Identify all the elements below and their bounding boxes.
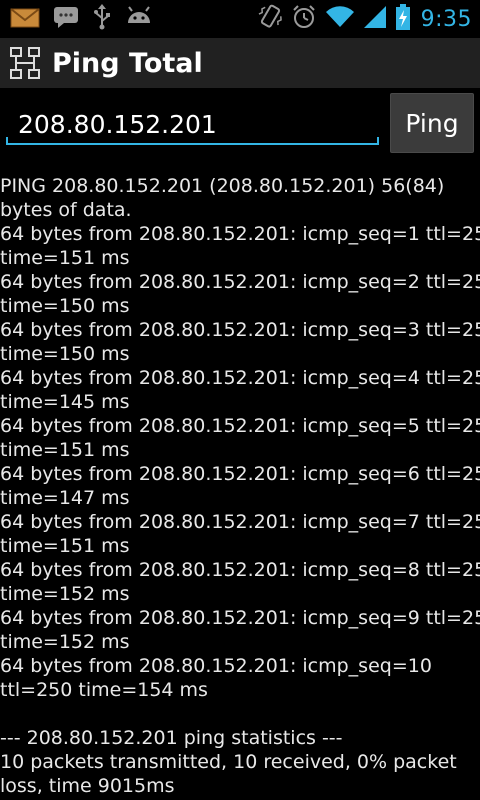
output-line: time=152 ms [0,631,130,653]
output-line: time=145 ms [0,391,130,413]
output-line: PING 208.80.152.201 (208.80.152.201) 56(… [0,175,445,197]
wifi-icon [325,5,355,33]
output-line: time=152 ms [0,583,130,605]
input-underline [6,143,379,145]
output-line: loss, time 9015ms [0,775,175,797]
input-underline-cap-right [377,137,379,144]
ping-button[interactable]: Ping [390,93,474,153]
action-bar: Ping Total [0,38,480,89]
status-bar: 9:35 [0,0,480,38]
output-line: 10 packets transmitted, 10 received, 0% … [0,751,457,773]
output-line: 64 bytes from 208.80.152.201: icmp_seq=5… [0,415,480,437]
output-line: bytes of data. [0,199,132,221]
gmail-icon [10,5,40,33]
notification-icons [10,4,153,34]
ping-output: PING 208.80.152.201 (208.80.152.201) 56(… [0,174,480,798]
output-line: 64 bytes from 208.80.152.201: icmp_seq=1… [0,655,432,677]
output-line: 64 bytes from 208.80.152.201: icmp_seq=3… [0,319,480,341]
system-icons: 9:35 [257,4,472,34]
output-line: time=151 ms [0,535,130,557]
output-line: 64 bytes from 208.80.152.201: icmp_seq=2… [0,271,480,293]
output-line: time=150 ms [0,343,130,365]
output-line: 64 bytes from 208.80.152.201: icmp_seq=4… [0,367,480,389]
output-line: --- 208.80.152.201 ping statistics --- [0,727,343,749]
output-line: time=150 ms [0,295,130,317]
output-line: 64 bytes from 208.80.152.201: icmp_seq=9… [0,607,480,629]
output-line: ttl=250 time=154 ms [0,679,208,701]
input-underline-cap-left [6,137,8,144]
network-icon [8,45,42,81]
output-line: 64 bytes from 208.80.152.201: icmp_seq=6… [0,463,480,485]
android-debug-icon [125,5,153,33]
usb-icon [92,4,112,34]
status-time: 9:35 [420,6,472,32]
output-line: time=151 ms [0,439,130,461]
alarm-icon [291,4,317,34]
output-line: time=147 ms [0,487,130,509]
output-line: 64 bytes from 208.80.152.201: icmp_seq=1… [0,223,480,245]
vibrate-icon [257,3,283,35]
output-line: 64 bytes from 208.80.152.201: icmp_seq=8… [0,559,480,581]
message-icon [53,5,79,33]
output-line: 64 bytes from 208.80.152.201: icmp_seq=7… [0,511,480,533]
battery-charging-icon [395,3,411,35]
app-title: Ping Total [52,47,203,79]
signal-icon [363,5,387,33]
output-line: time=151 ms [0,247,130,269]
